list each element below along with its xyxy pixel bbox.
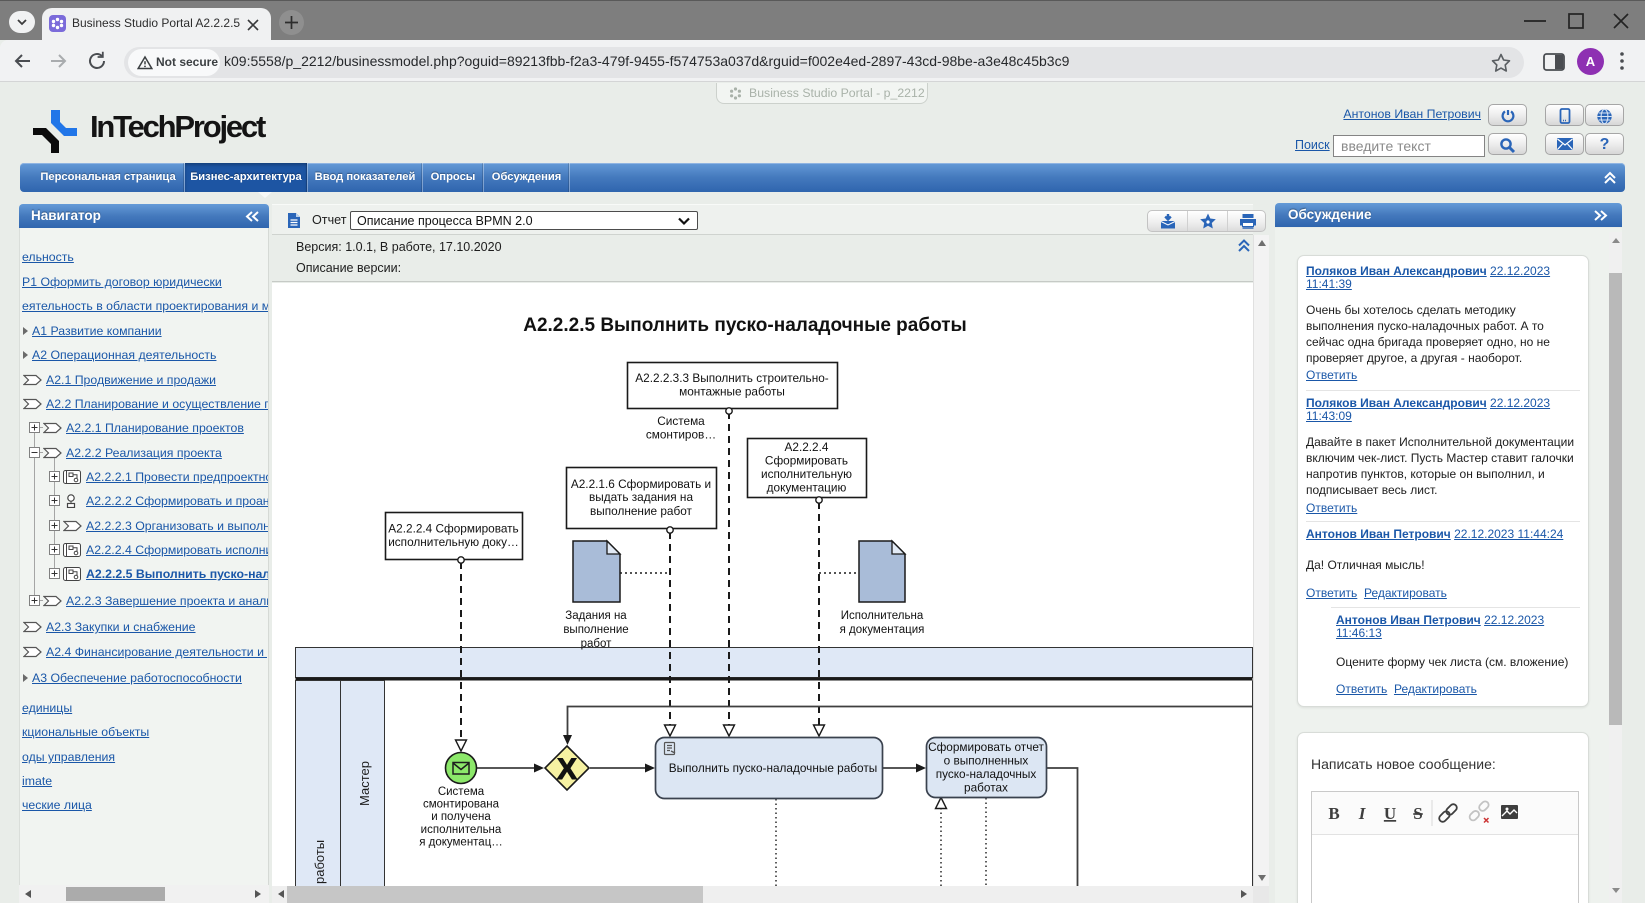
svg-text:работы: работы [312,840,327,884]
svg-text:Система: Система [438,786,485,798]
svg-text:Мастер: Мастер [357,761,372,806]
svg-text:I: I [1358,804,1367,823]
svg-text:исполнительную доку…: исполнительную доку… [388,535,519,549]
svg-text:A2.2.1.6 Сформировать и: A2.2.1.6 Сформировать и [571,477,711,491]
svg-text:о выполненных: о выполненных [944,754,1029,768]
svg-text:Система: Система [657,414,705,428]
svg-text:A2.2.2.3.3 Выполнить строитель: A2.2.2.3.3 Выполнить строительно- [635,371,828,385]
svg-text:выполнение: выполнение [563,624,628,636]
svg-text:Выполнить пуско-наладочные раб: Выполнить пуско-наладочные работы [669,761,877,775]
svg-text:исполнительна: исполнительна [421,824,502,836]
svg-text:A2.2.2.4 Сформировать: A2.2.2.4 Сформировать [388,522,518,536]
svg-text:выполнение работ: выполнение работ [590,504,693,518]
svg-text:я документация: я документация [840,624,925,636]
svg-text:Задания на: Задания на [565,610,627,622]
svg-text:я документац…: я документац… [419,836,503,848]
svg-text:Сформировать: Сформировать [765,454,848,468]
svg-text:документацию: документацию [767,481,847,495]
svg-text:монтажные работы: монтажные работы [679,385,785,399]
svg-text:выдать задания на: выдать задания на [589,490,693,504]
svg-text:S: S [1413,804,1422,823]
svg-text:A2.2.2.5 Выполнить пуско-налад: A2.2.2.5 Выполнить пуско-наладочные рабо… [523,315,967,336]
svg-text:Сформировать отчет: Сформировать отчет [928,740,1044,754]
svg-text:A2.2.2.4: A2.2.2.4 [785,440,829,454]
svg-text:работ: работ [581,638,613,650]
svg-text:и получена: и получена [431,811,491,823]
svg-text:B: B [1328,804,1339,823]
svg-text:смонтиров…: смонтиров… [646,428,716,442]
svg-text:пуско-наладочных: пуско-наладочных [936,767,1037,781]
svg-text:исполнительную: исполнительную [761,467,852,481]
svg-text:Исполнительна: Исполнительна [841,610,924,622]
svg-text:U: U [1384,804,1396,823]
svg-text:X: X [557,753,577,786]
svg-text:смонтирована: смонтирована [423,799,500,811]
svg-text:работах: работах [964,781,1008,795]
